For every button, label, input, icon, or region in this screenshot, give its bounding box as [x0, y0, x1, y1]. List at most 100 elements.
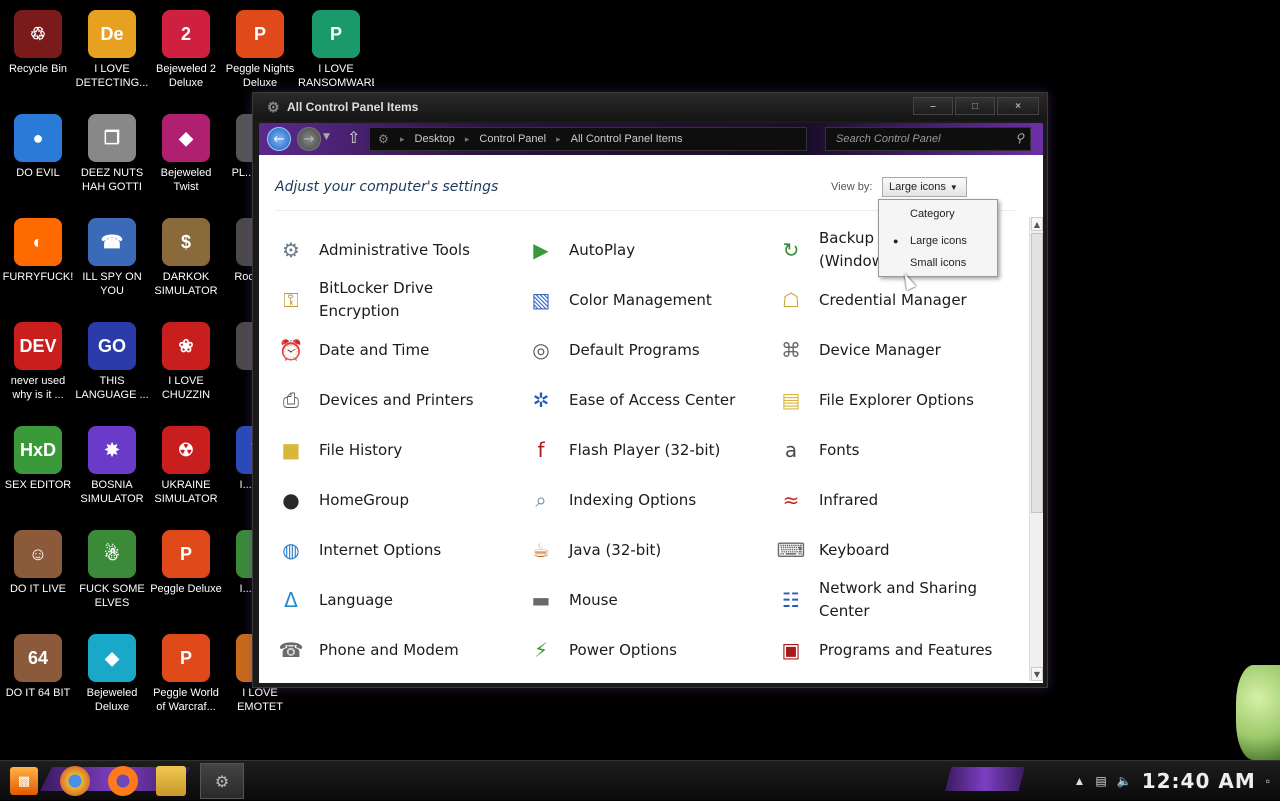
app-icon: ❀: [162, 322, 210, 370]
desktop-icon[interactable]: 2 Bejeweled 2 Deluxe: [148, 10, 224, 90]
clock[interactable]: 12:40 AM: [1142, 769, 1256, 793]
breadcrumb-separator[interactable]: ▸: [556, 134, 561, 145]
control-panel-item[interactable]: a Fonts: [775, 427, 1015, 473]
desktop-icon[interactable]: P Peggle Deluxe: [148, 530, 224, 596]
menu-item-small-icons[interactable]: Small icons: [879, 253, 997, 273]
menu-item-category[interactable]: Category: [879, 204, 997, 224]
desktop-icon[interactable]: GO THIS LANGUAGE ...: [74, 322, 150, 402]
control-panel-item[interactable]: ⚿ BitLocker Drive Encryption: [275, 277, 515, 323]
breadcrumb-desktop[interactable]: Desktop: [411, 133, 459, 145]
back-button[interactable]: ←: [267, 127, 291, 151]
desktop-icon[interactable]: P I LOVE RANSOMWARE: [298, 10, 374, 90]
view-by-dropdown[interactable]: Large icons ▼: [882, 177, 967, 197]
control-panel-item[interactable]: ⚡ Power Options: [525, 627, 765, 673]
menu-item-label: Small icons: [910, 257, 967, 269]
desktop-icon[interactable]: ♲ Recycle Bin: [0, 10, 76, 76]
title-bar[interactable]: ⚙ All Control Panel Items – □ ×: [253, 93, 1047, 121]
breadcrumb-separator[interactable]: ▸: [465, 134, 470, 145]
chrome-icon[interactable]: [60, 766, 90, 796]
control-panel-item[interactable]: ☕ Java (32-bit): [525, 527, 765, 573]
desktop-icon[interactable]: ◆ Bejeweled Twist: [148, 114, 224, 194]
control-panel-item[interactable]: ◍ Internet Options: [275, 527, 515, 573]
desktop-icon[interactable]: ☃ FUCK SOME ELVES: [74, 530, 150, 610]
desktop-icon[interactable]: ✸ BOSNIA SIMULATOR: [74, 426, 150, 506]
control-panel-item[interactable]: ▣ Programs and Features: [775, 627, 1015, 673]
address-bar[interactable]: ⚙ ▸ Desktop ▸ Control Panel ▸ All Contro…: [369, 127, 807, 151]
control-panel-item-label: Flash Player (32-bit): [569, 440, 721, 459]
folder-options-icon: ▤: [781, 388, 801, 412]
control-panel-item[interactable]: ■ File History: [275, 427, 515, 473]
control-panel-item[interactable]: ⌕ Indexing Options: [525, 477, 765, 523]
search-placeholder: Search Control Panel: [836, 133, 941, 145]
control-panel-item[interactable]: ☎ Phone and Modem: [275, 627, 515, 673]
desktop-icon[interactable]: ❐ DEEZ NUTS HAH GOTTI: [74, 114, 150, 194]
desktop-icon[interactable]: De I LOVE DETECTING...: [74, 10, 150, 90]
desktop-icon[interactable]: ☎ ILL SPY ON YOU: [74, 218, 150, 298]
close-button[interactable]: ×: [997, 97, 1039, 115]
desktop-icon[interactable]: ☺ DO IT LIVE: [0, 530, 76, 596]
notifications-icon[interactable]: ▫: [1266, 774, 1270, 788]
scroll-up-button[interactable]: ▲: [1031, 217, 1043, 231]
mascot-image: [1236, 665, 1280, 760]
breadcrumb-control-panel[interactable]: Control Panel: [475, 133, 550, 145]
desktop-icon[interactable]: P Peggle World of Warcraf...: [148, 634, 224, 714]
control-panel-item[interactable]: ● HomeGroup: [275, 477, 515, 523]
breadcrumb-all-items[interactable]: All Control Panel Items: [567, 133, 687, 145]
app-icon: ☢: [162, 426, 210, 474]
start-button[interactable]: ▩: [10, 767, 38, 795]
desktop-icon[interactable]: ❀ I LOVE CHUZZIN: [148, 322, 224, 402]
control-panel-item[interactable]: ▶ AutoPlay: [525, 227, 765, 273]
menu-item-large-icons[interactable]: ● Large icons: [879, 231, 997, 251]
control-panel-item[interactable]: ▬ Mouse: [525, 577, 765, 623]
control-panel-item[interactable]: ⌘ Device Manager: [775, 327, 1015, 373]
scroll-down-button[interactable]: ▼: [1031, 667, 1043, 681]
desktop-icon[interactable]: ● DO EVIL: [0, 114, 76, 180]
control-panel-item[interactable]: ⚙ Administrative Tools: [275, 227, 515, 273]
view-by-label: View by:: [831, 181, 873, 193]
chevron-up-icon[interactable]: ▲: [1074, 774, 1086, 788]
control-panel-item[interactable]: Δ Language: [275, 577, 515, 623]
firefox-icon[interactable]: [108, 766, 138, 796]
desktop-icon-label: I LOVE DETECTING...: [75, 63, 149, 89]
desktop-icon[interactable]: $ DARKOK SIMULATOR: [148, 218, 224, 298]
control-panel-item[interactable]: ✲ Ease of Access Center: [525, 377, 765, 423]
view-by-value: Large icons: [889, 181, 946, 193]
control-panel-item[interactable]: ⏰ Date and Time: [275, 327, 515, 373]
taskbar-control-panel[interactable]: ⚙: [200, 763, 244, 799]
control-panel-item[interactable]: f Flash Player (32-bit): [525, 427, 765, 473]
control-panel-item[interactable]: ▤ File Explorer Options: [775, 377, 1015, 423]
forward-button[interactable]: →: [297, 127, 321, 151]
control-panel-item[interactable]: ◎ Default Programs: [525, 327, 765, 373]
desktop-icon[interactable]: P Peggle Nights Deluxe: [222, 10, 298, 90]
control-panel-item[interactable]: ☷ Network and Sharing Center: [775, 577, 1015, 623]
network-icon[interactable]: ▤: [1095, 774, 1106, 788]
desktop-icon-label: I LOVE EMOTET: [237, 687, 283, 713]
up-button[interactable]: ⇧: [347, 128, 360, 147]
desktop-icon[interactable]: DEV never used why is it ...: [0, 322, 76, 402]
control-panel-item-label: Default Programs: [569, 340, 700, 359]
volume-icon[interactable]: 🔈: [1117, 774, 1132, 788]
desktop-icon[interactable]: ◆ Bejeweled Deluxe: [74, 634, 150, 714]
maximize-button[interactable]: □: [955, 97, 995, 115]
control-panel-item[interactable]: ▧ Color Management: [525, 277, 765, 323]
minimize-button[interactable]: –: [913, 97, 953, 115]
control-panel-item[interactable]: ⎙ Devices and Printers: [275, 377, 515, 423]
desktop-icon[interactable]: 64 DO IT 64 BIT: [0, 634, 76, 700]
desktop-icon[interactable]: ◐ FURRYFUCK!: [0, 218, 76, 284]
desktop-icon[interactable]: ☢ UKRAINE SIMULATOR: [148, 426, 224, 506]
recent-pages-dropdown[interactable]: ▼: [323, 132, 330, 142]
homegroup-icon: ●: [282, 488, 300, 512]
device-manager-icon: ⌘: [781, 338, 801, 362]
app-icon: ✸: [88, 426, 136, 474]
search-input[interactable]: Search Control Panel ⚲: [825, 127, 1031, 151]
file-explorer-icon[interactable]: [156, 766, 186, 796]
control-panel-item[interactable]: ≈ Infrared: [775, 477, 1015, 523]
desktop-icon[interactable]: HxD SEX EDITOR: [0, 426, 76, 492]
control-panel-item[interactable]: ⌨ Keyboard: [775, 527, 1015, 573]
vertical-scrollbar[interactable]: ▲ ▼: [1029, 217, 1043, 681]
search-icon[interactable]: ⚲: [1015, 131, 1024, 145]
control-panel-item[interactable]: ☖ Credential Manager: [775, 277, 1015, 323]
desktop-icon-label: BOSNIA SIMULATOR: [80, 479, 144, 505]
java-icon: ☕: [532, 538, 550, 562]
scroll-thumb[interactable]: [1031, 233, 1043, 513]
